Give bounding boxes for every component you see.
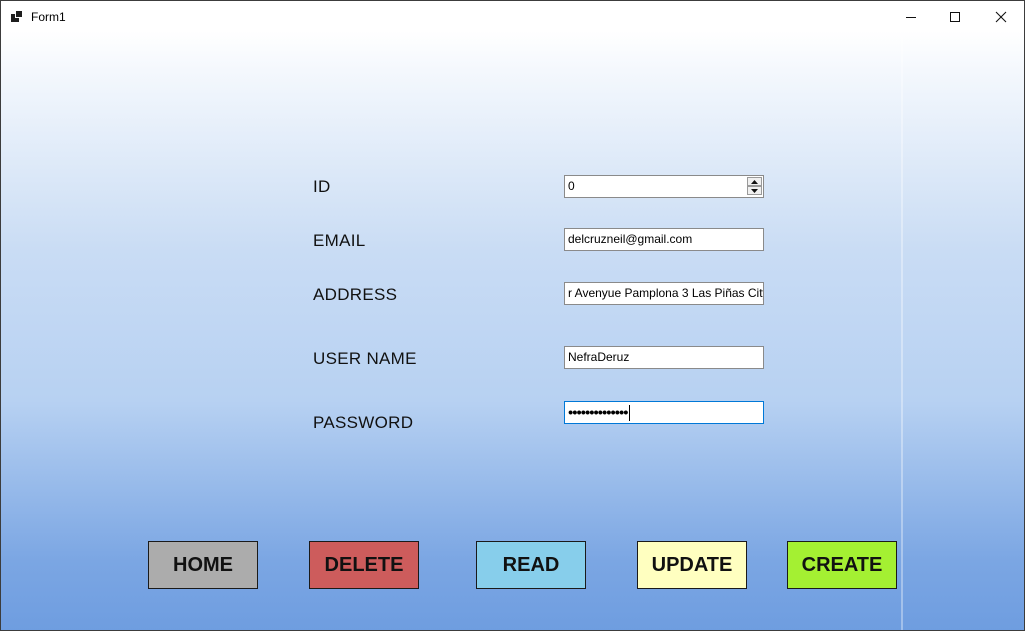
password-value: •••••••••••••• (568, 404, 629, 422)
home-button[interactable]: HOME (148, 541, 258, 589)
id-label: ID (313, 177, 331, 196)
email-value: delcruzneil@gmail.com (568, 232, 693, 246)
id-numeric-field[interactable]: 0 (564, 175, 764, 198)
text-caret (628, 404, 630, 421)
delete-button[interactable]: DELETE (309, 541, 419, 589)
username-label: USER NAME (313, 349, 417, 368)
app-icon (11, 10, 25, 22)
spin-up-button[interactable] (747, 177, 762, 186)
minimize-button[interactable] (888, 1, 934, 32)
username-input[interactable]: NefraDeruz (564, 346, 764, 369)
maximize-button[interactable] (932, 1, 978, 32)
title-bar[interactable]: Form1 (1, 1, 1024, 32)
panel-divider (901, 32, 903, 630)
spin-down-icon (751, 188, 758, 193)
close-icon (995, 11, 1007, 22)
maximize-icon (950, 11, 960, 22)
password-label: PASSWORD (313, 413, 414, 432)
minimize-icon (906, 16, 916, 18)
address-value: r Avenyue Pamplona 3 Las Piñas City (568, 286, 764, 300)
id-value: 0 (568, 179, 575, 193)
close-button[interactable] (978, 1, 1024, 32)
email-input[interactable]: delcruzneil@gmail.com (564, 228, 764, 251)
email-label: EMAIL (313, 231, 366, 250)
create-button[interactable]: CREATE (787, 541, 897, 589)
spin-down-button[interactable] (747, 186, 762, 195)
address-input[interactable]: r Avenyue Pamplona 3 Las Piñas City (564, 282, 764, 305)
app-window: Form1 ID EMAIL ADDRESS USER NAME PASSWOR… (0, 0, 1025, 631)
address-label: ADDRESS (313, 285, 398, 304)
spin-up-icon (751, 179, 758, 184)
window-title: Form1 (31, 10, 66, 24)
read-button[interactable]: READ (476, 541, 586, 589)
update-button[interactable]: UPDATE (637, 541, 747, 589)
password-input[interactable]: •••••••••••••• (564, 401, 764, 424)
username-value: NefraDeruz (568, 350, 630, 364)
